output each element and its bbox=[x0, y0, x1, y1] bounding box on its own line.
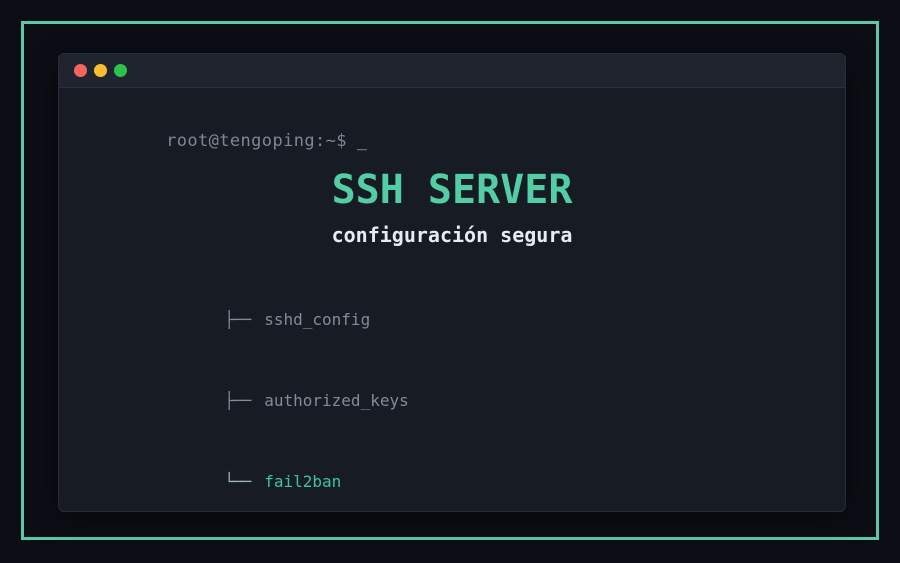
close-button[interactable] bbox=[74, 64, 87, 77]
tree-item-label: authorized_keys bbox=[264, 391, 409, 410]
tree-item-label: sshd_config bbox=[264, 310, 371, 329]
page-title: SSH SERVER bbox=[331, 167, 573, 213]
maximize-button[interactable] bbox=[114, 64, 127, 77]
terminal-body: root@tengoping:~$ _ SSH SERVER configurac… bbox=[59, 88, 845, 511]
cursor: _ bbox=[356, 131, 368, 151]
tree-branch-icon: ├── bbox=[224, 310, 251, 329]
prompt-text: root@tengoping:~$ bbox=[166, 131, 347, 151]
terminal-prompt-line[interactable]: root@tengoping:~$ _ bbox=[81, 111, 368, 171]
tree-row-authorized-keys: ├── authorized_keys bbox=[128, 360, 409, 441]
tree-row-sshd-config: ├── sshd_config bbox=[128, 279, 409, 360]
page: root@tengoping:~$ _ SSH SERVER configurac… bbox=[0, 0, 900, 563]
page-subtitle: configuración segura bbox=[331, 223, 573, 247]
minimize-button[interactable] bbox=[94, 64, 107, 77]
tree-row-fail2ban: └── fail2ban bbox=[128, 441, 409, 511]
terminal-window: root@tengoping:~$ _ SSH SERVER configurac… bbox=[58, 53, 846, 512]
tree-branch-icon: └── bbox=[224, 472, 251, 491]
terminal-title-bar bbox=[59, 54, 845, 88]
tree-branch-icon: ├── bbox=[224, 391, 251, 410]
file-tree: ├── sshd_config ├── authorized_keys └── fai… bbox=[128, 279, 409, 511]
tree-item-label: fail2ban bbox=[264, 472, 342, 491]
